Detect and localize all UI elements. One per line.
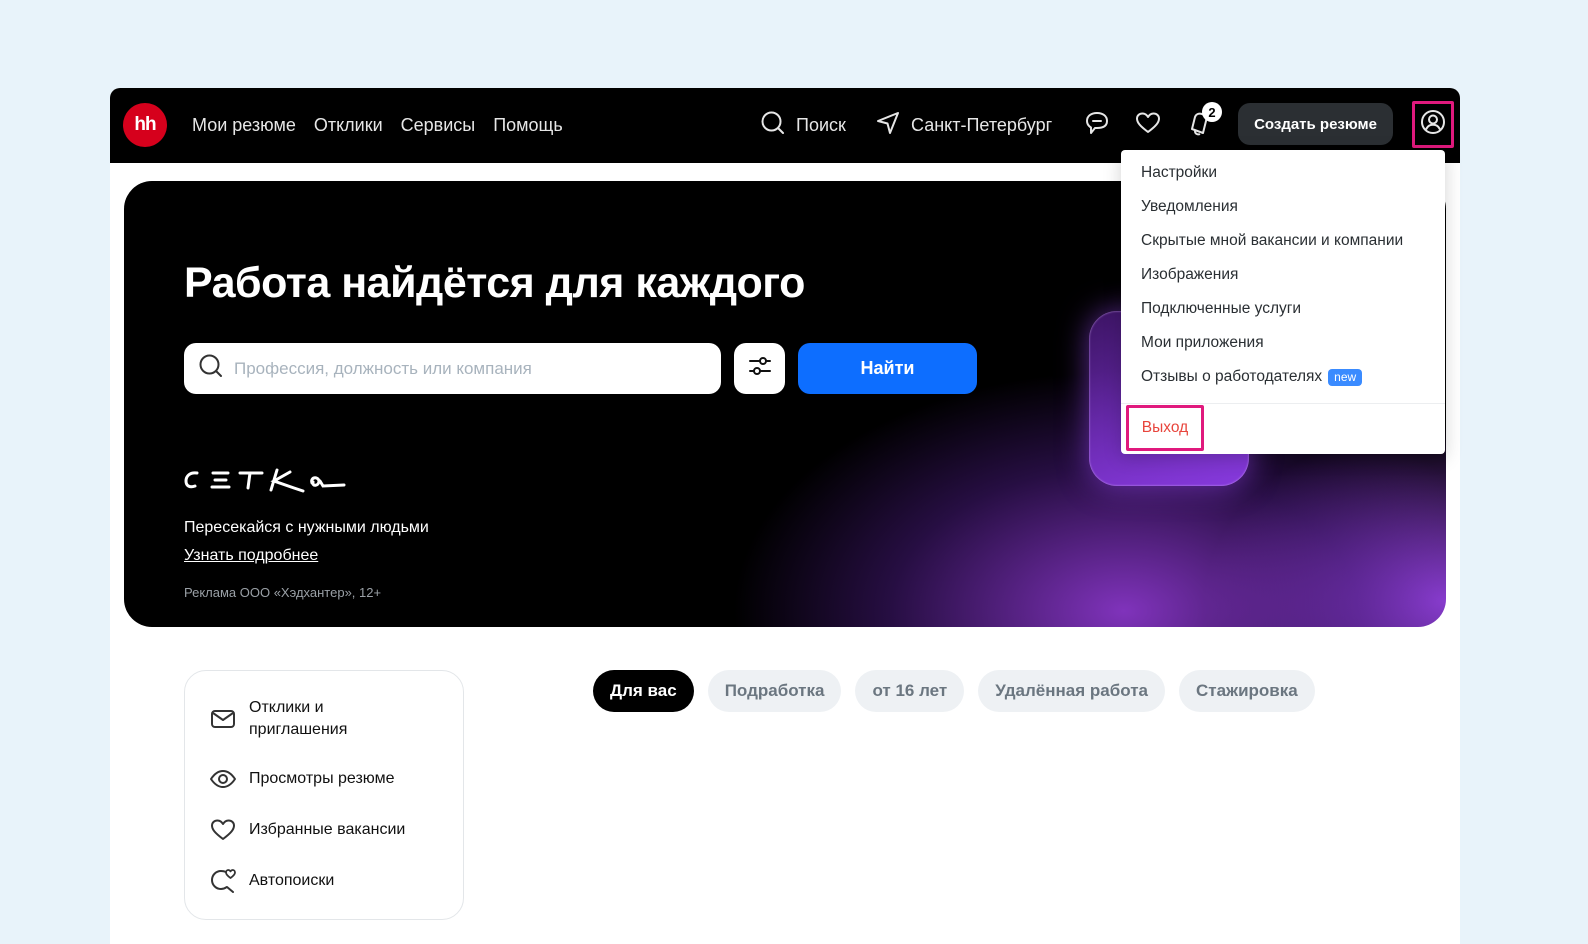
sidebar-item-label: Автопоиски (249, 872, 335, 889)
autosearch-icon (209, 867, 237, 895)
chat-button[interactable] (1080, 108, 1114, 142)
search-icon (198, 353, 224, 384)
menu-item-settings[interactable]: Настройки (1141, 164, 1217, 182)
tab-part-time[interactable]: Подработка (707, 670, 842, 712)
heart-icon (1134, 109, 1162, 142)
nav-my-resumes[interactable]: Мои резюме (192, 115, 296, 136)
menu-item-notifications[interactable]: Уведомления (1141, 198, 1238, 216)
envelope-icon (209, 705, 237, 733)
notifications-badge: 2 (1202, 102, 1222, 122)
new-badge: new (1328, 368, 1363, 386)
user-avatar-icon (1420, 109, 1446, 140)
nav-services[interactable]: Сервисы (401, 115, 476, 136)
tab-from-16[interactable]: от 16 лет (855, 670, 965, 712)
setka-logo[interactable] (182, 467, 347, 502)
header-search[interactable]: Поиск (760, 88, 846, 163)
sliders-icon (747, 353, 773, 384)
menu-item-images[interactable]: Изображения (1141, 266, 1238, 284)
hero-title: Работа найдётся для каждого (184, 259, 805, 307)
sidebar-item-responses[interactable]: Отклики и приглашения (209, 697, 347, 741)
nav-help[interactable]: Помощь (493, 115, 563, 136)
tab-remote[interactable]: Удалённая работа (978, 670, 1165, 712)
create-resume-button[interactable]: Создать резюме (1238, 103, 1393, 145)
city-selector[interactable]: Санкт-Петербург (875, 88, 1052, 163)
menu-item-label: Отзывы о работодателях (1141, 368, 1323, 385)
menu-item-connected-services[interactable]: Подключенные услуги (1141, 300, 1301, 318)
main-search-box (184, 343, 721, 394)
promo-text: Пересекайся с нужными людьми (184, 519, 429, 536)
eye-icon (209, 765, 237, 793)
vacancy-filter-tabs: Для вас Подработка от 16 лет Удалённая р… (593, 670, 1315, 712)
logout-button[interactable]: Выход (1126, 405, 1204, 451)
favorites-button[interactable] (1131, 108, 1165, 142)
account-dropdown-menu: Настройки Уведомления Скрытые мной вакан… (1121, 150, 1445, 454)
sidebar-item-label: Отклики и приглашения (249, 699, 348, 738)
promo-learn-more-link[interactable]: Узнать подробнее (184, 547, 318, 565)
tab-internship[interactable]: Стажировка (1178, 670, 1315, 712)
main-nav: Мои резюме Отклики Сервисы Помощь (192, 88, 563, 163)
menu-divider (1121, 403, 1445, 404)
nav-responses[interactable]: Отклики (314, 115, 383, 136)
advanced-filter-button[interactable] (734, 343, 785, 394)
menu-item-my-apps[interactable]: Мои приложения (1141, 334, 1264, 352)
ad-disclaimer: Реклама ООО «Хэдхантер», 12+ (184, 585, 382, 600)
activity-card: Отклики и приглашения Просмотры резюме Из… (184, 670, 464, 920)
menu-item-employer-reviews[interactable]: Отзывы о работодателях new (1141, 368, 1363, 386)
menu-item-hidden[interactable]: Скрытые мной вакансии и компании (1141, 232, 1403, 250)
chat-icon (1083, 109, 1111, 142)
search-icon (760, 110, 786, 141)
account-button[interactable] (1412, 101, 1454, 148)
sidebar-item-favorite-vacancies[interactable]: Избранные вакансии (209, 816, 405, 844)
hh-logo[interactable]: hh (123, 103, 167, 147)
location-arrow-icon (875, 110, 901, 141)
city-label: Санкт-Петербург (911, 115, 1053, 135)
sidebar-item-label: Просмотры резюме (249, 770, 395, 787)
sidebar-item-autosearches[interactable]: Автопоиски (209, 867, 334, 895)
heart-icon (209, 816, 237, 844)
header-search-label: Поиск (796, 115, 846, 135)
job-search-input[interactable] (234, 358, 704, 379)
find-button[interactable]: Найти (798, 343, 977, 394)
tab-for-you[interactable]: Для вас (593, 670, 694, 712)
sidebar-item-label: Избранные вакансии (249, 821, 406, 838)
sidebar-item-resume-views[interactable]: Просмотры резюме (209, 765, 395, 793)
